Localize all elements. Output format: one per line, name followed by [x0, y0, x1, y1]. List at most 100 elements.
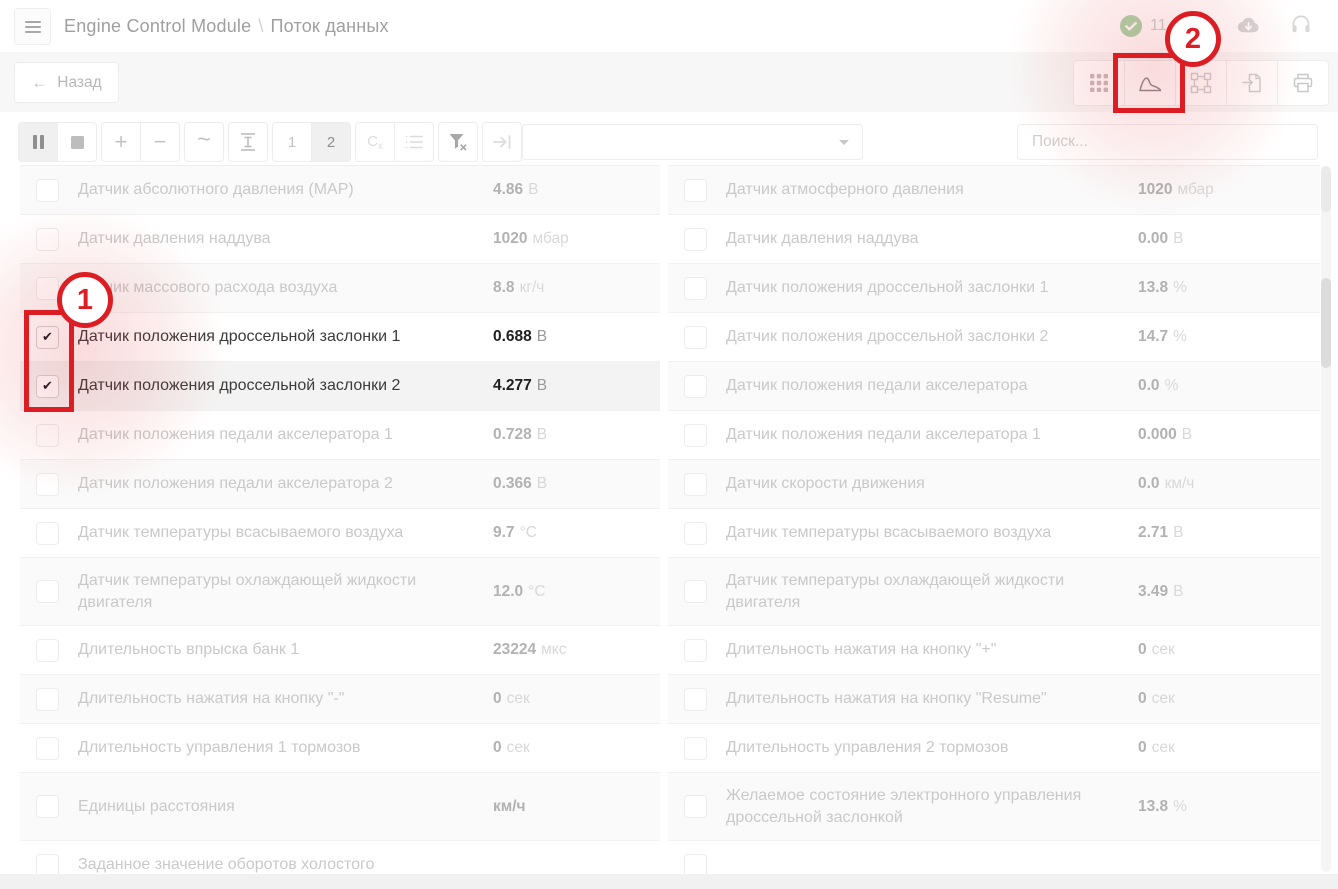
chevron-down-icon [839, 140, 849, 145]
grid-view-button[interactable] [1073, 60, 1125, 106]
row-checkbox[interactable] [684, 228, 707, 251]
table-row[interactable]: Датчик положения педали акселератора0.0% [668, 362, 1320, 411]
row-checkbox[interactable] [684, 375, 707, 398]
table-row[interactable]: Датчик абсолютного давления (MAP)4.86В [20, 166, 660, 215]
list-button[interactable] [394, 122, 434, 162]
row-checkbox[interactable] [36, 424, 59, 447]
table-row[interactable]: Длительность впрыска банк 123224мкс [20, 626, 660, 675]
parameter-value: 1020мбар [493, 230, 660, 248]
row-checkbox[interactable] [36, 228, 59, 251]
clear-selection-button[interactable]: Cx [355, 122, 395, 162]
row-checkbox[interactable] [36, 795, 59, 818]
skip-to-end-icon [492, 133, 512, 151]
parameter-group-select[interactable] [522, 124, 863, 160]
table-row[interactable]: ✔Датчик положения дроссельной заслонки 1… [20, 313, 660, 362]
back-button[interactable]: ← Назад [14, 62, 119, 103]
frame-select-icon [1190, 72, 1212, 94]
zoom-in-button[interactable]: + [101, 122, 141, 162]
row-checkbox[interactable] [684, 522, 707, 545]
parameter-label: Датчик температуры охлаждающей жидкости … [78, 570, 493, 613]
skip-to-end-button[interactable] [482, 122, 522, 162]
table-row[interactable]: Датчик температуры охлаждающей жидкости … [20, 558, 660, 626]
chart-view-button[interactable] [1124, 60, 1176, 106]
scrollbar-thumb[interactable] [1321, 278, 1331, 368]
row-checkbox[interactable] [684, 326, 707, 349]
app-header: Engine Control Module \ Поток данных 11 [0, 0, 1338, 52]
row-checkbox[interactable] [684, 580, 707, 603]
row-checkbox[interactable] [36, 737, 59, 760]
table-row[interactable]: Датчик скорости движения0.0км/ч [668, 460, 1320, 509]
menu-button[interactable] [14, 8, 51, 45]
parameter-label: Единицы расстояния [78, 796, 493, 818]
row-checkbox[interactable] [36, 473, 59, 496]
row-checkbox[interactable] [36, 639, 59, 662]
row-checkbox[interactable] [684, 639, 707, 662]
layout-group: 1 2 [272, 122, 351, 162]
table-row[interactable]: Датчик давления наддува1020мбар [20, 215, 660, 264]
parameter-label: Датчик температуры всасываемого воздуха [78, 522, 493, 544]
search-input[interactable] [1017, 124, 1318, 160]
layout-1-button[interactable]: 1 [272, 122, 312, 162]
row-checkbox[interactable]: ✔ [36, 326, 59, 349]
row-checkbox[interactable] [684, 277, 707, 300]
cloud-download-icon[interactable] [1234, 14, 1262, 36]
table-row[interactable] [668, 841, 1320, 874]
breadcrumb-page: Поток данных [271, 16, 389, 37]
table-row[interactable]: Желаемое состояние электронного управлен… [668, 773, 1320, 841]
row-checkbox[interactable] [36, 522, 59, 545]
export-button[interactable] [1226, 60, 1278, 106]
table-row[interactable]: Датчик давления наддува0.00В [668, 215, 1320, 264]
parameter-value: 0.000В [1138, 426, 1320, 444]
print-button[interactable] [1277, 60, 1329, 106]
table-row[interactable]: Единицы расстояниякм/ч [20, 773, 660, 841]
stop-button[interactable] [57, 122, 97, 162]
table-row[interactable]: Длительность нажатия на кнопку "-"0сек [20, 675, 660, 724]
table-row[interactable]: Заданное значение оборотов холостого [20, 841, 660, 874]
pause-button[interactable] [18, 122, 58, 162]
parameter-label: Датчик температуры охлаждающей жидкости … [726, 570, 1138, 613]
zoom-out-button[interactable]: − [140, 122, 180, 162]
vertical-range-button[interactable] [228, 122, 268, 162]
parameter-label: Датчик положения педали акселератора 1 [726, 424, 1138, 446]
table-row[interactable]: Датчик положения дроссельной заслонки 21… [668, 313, 1320, 362]
table-row[interactable]: Длительность нажатия на кнопку "+"0сек [668, 626, 1320, 675]
clear-group: Cx [355, 122, 434, 162]
headphones-icon[interactable] [1289, 12, 1313, 36]
table-row[interactable]: ✔Датчик положения дроссельной заслонки 2… [20, 362, 660, 411]
row-checkbox[interactable] [36, 179, 59, 202]
table-row[interactable]: Длительность нажатия на кнопку "Resume"0… [668, 675, 1320, 724]
parameter-label: Длительность нажатия на кнопку "-" [78, 688, 493, 710]
row-checkbox[interactable] [684, 795, 707, 818]
parameter-label: Датчик положения педали акселератора 1 [78, 424, 493, 446]
app-window: Engine Control Module \ Поток данных 11 … [0, 0, 1338, 889]
parameter-label: Датчик массового расхода воздуха [78, 277, 493, 299]
row-checkbox[interactable]: ✔ [36, 375, 59, 398]
row-checkbox[interactable] [36, 854, 59, 875]
table-row[interactable]: Датчик массового расхода воздуха8.8кг/ч [20, 264, 660, 313]
layout-2-button[interactable]: 2 [311, 122, 351, 162]
table-row[interactable]: Длительность управления 2 тормозов0сек [668, 724, 1320, 773]
table-row[interactable]: Датчик положения дроссельной заслонки 11… [668, 264, 1320, 313]
row-checkbox[interactable] [684, 179, 707, 202]
table-row[interactable]: Датчик атмосферного давления1020мбар [668, 166, 1320, 215]
frame-select-button[interactable] [1175, 60, 1227, 106]
row-checkbox[interactable] [36, 277, 59, 300]
table-row[interactable]: Датчик положения педали акселератора 10.… [668, 411, 1320, 460]
export-icon [1241, 72, 1263, 94]
table-row[interactable]: Датчик положения педали акселератора 10.… [20, 411, 660, 460]
row-checkbox[interactable] [684, 424, 707, 447]
table-row[interactable]: Датчик температуры всасываемого воздуха2… [668, 509, 1320, 558]
table-row[interactable]: Датчик температуры охлаждающей жидкости … [668, 558, 1320, 626]
table-row[interactable]: Датчик положения педали акселератора 20.… [20, 460, 660, 509]
smooth-button[interactable]: ~ [184, 122, 224, 162]
row-checkbox[interactable] [36, 688, 59, 711]
row-checkbox[interactable] [684, 854, 707, 875]
table-row[interactable]: Длительность управления 1 тормозов0сек [20, 724, 660, 773]
table-row[interactable]: Датчик температуры всасываемого воздуха9… [20, 509, 660, 558]
table-column-left: Датчик абсолютного давления (MAP)4.86ВДа… [20, 165, 660, 874]
row-checkbox[interactable] [684, 473, 707, 496]
row-checkbox[interactable] [684, 737, 707, 760]
filter-clear-button[interactable] [438, 122, 478, 162]
row-checkbox[interactable] [36, 580, 59, 603]
row-checkbox[interactable] [684, 688, 707, 711]
